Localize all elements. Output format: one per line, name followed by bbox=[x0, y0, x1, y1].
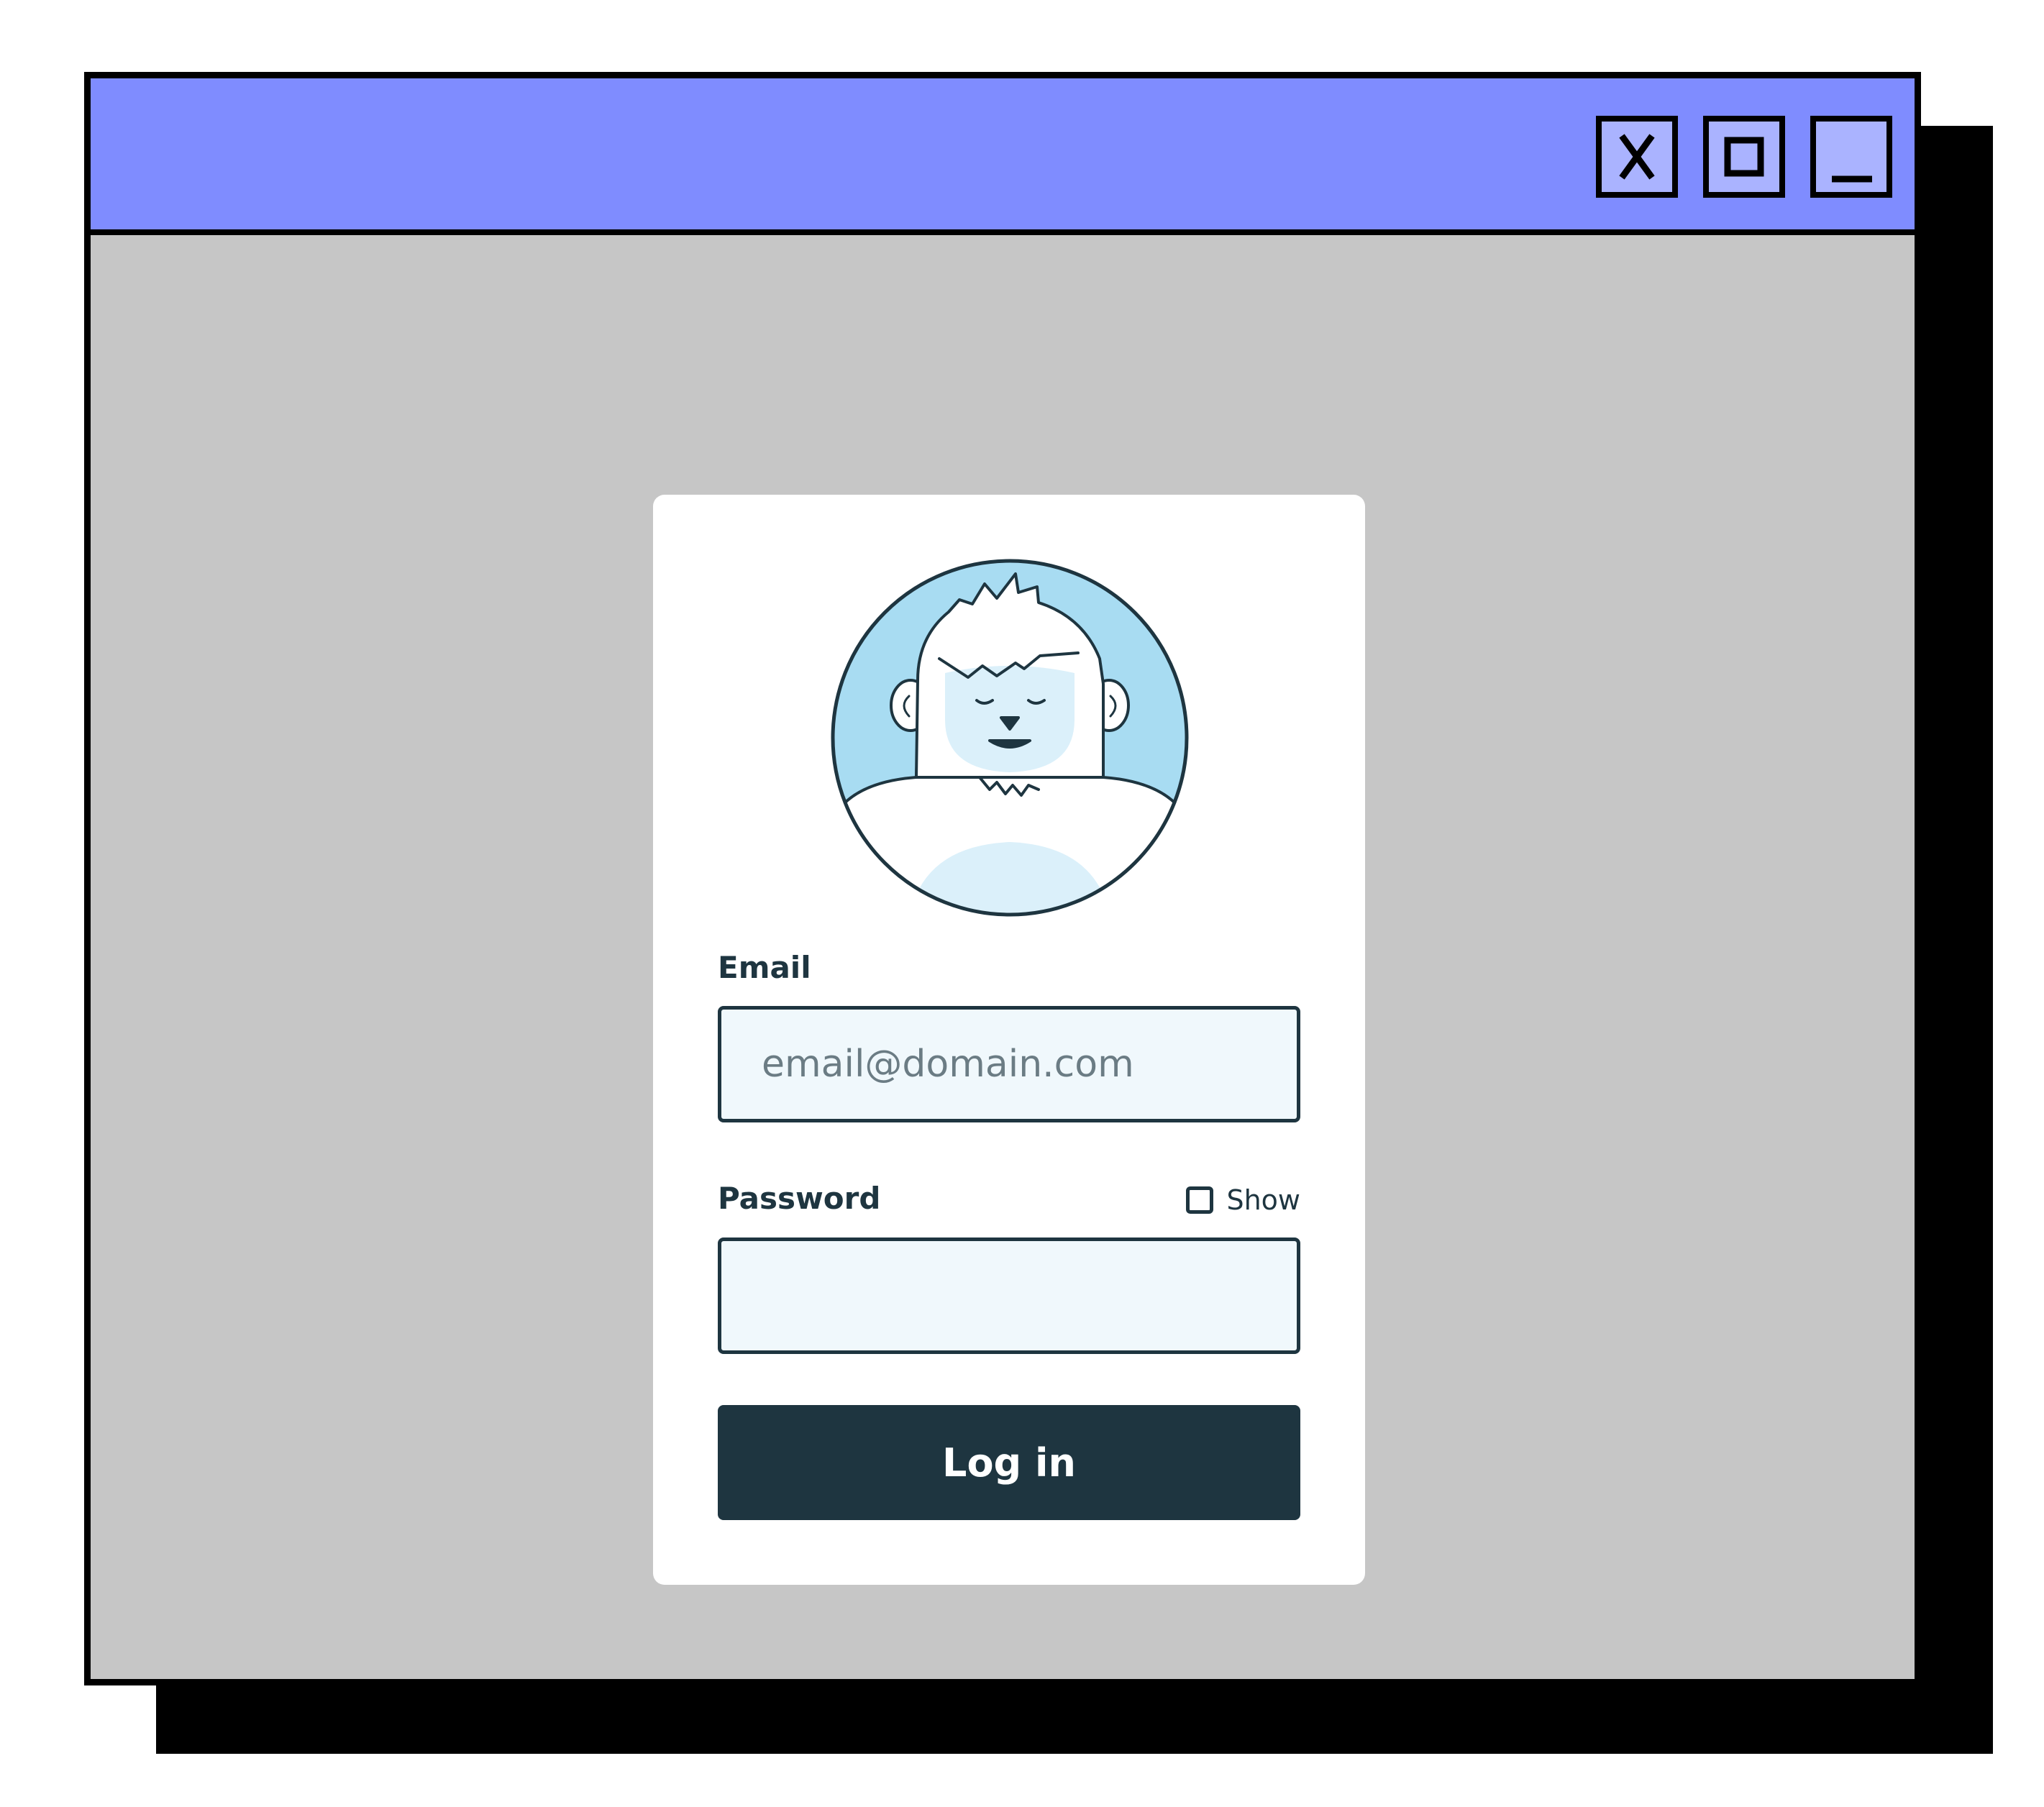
close-x-icon bbox=[1619, 134, 1655, 180]
show-password-checkbox[interactable] bbox=[1186, 1186, 1214, 1214]
email-input[interactable] bbox=[718, 1006, 1300, 1122]
show-password-toggle[interactable]: Show bbox=[1186, 1184, 1300, 1217]
close-button[interactable] bbox=[1596, 116, 1678, 198]
login-card: Email Password Show Log in bbox=[653, 495, 1365, 1585]
minimize-bar-icon bbox=[1832, 175, 1872, 183]
password-label: Password bbox=[718, 1181, 881, 1216]
app-window: Email Password Show Log in bbox=[84, 72, 1921, 1685]
show-password-label: Show bbox=[1226, 1184, 1300, 1216]
minimize-button[interactable] bbox=[1810, 116, 1892, 198]
login-button[interactable]: Log in bbox=[718, 1405, 1300, 1520]
window-content: Email Password Show Log in bbox=[91, 235, 1915, 1679]
email-label: Email bbox=[718, 950, 811, 985]
password-input[interactable] bbox=[718, 1238, 1300, 1354]
yeti-avatar-icon bbox=[831, 559, 1189, 917]
window-titlebar[interactable] bbox=[91, 78, 1915, 235]
maximize-square-icon bbox=[1724, 137, 1764, 177]
maximize-button[interactable] bbox=[1703, 116, 1785, 198]
